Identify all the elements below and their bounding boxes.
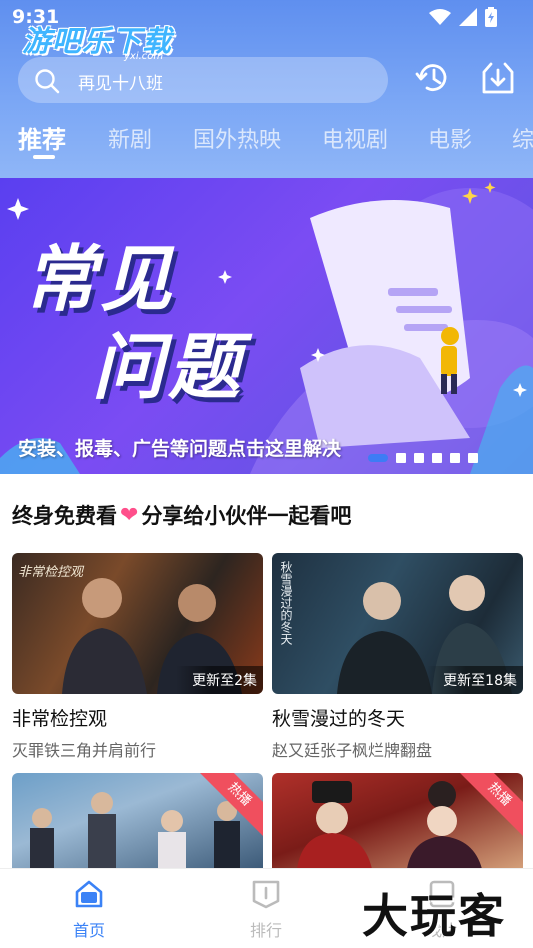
tab-variety[interactable]: 综 (512, 122, 533, 154)
tab-tv-series[interactable]: 电视剧 (322, 122, 388, 154)
banner-title-line2: 问题 (92, 325, 245, 409)
tab-foreign-hits[interactable]: 国外热映 (193, 122, 281, 154)
carousel-dot[interactable] (450, 453, 460, 463)
carousel-dot-active[interactable] (368, 454, 388, 462)
search-bar[interactable]: 再见十八班 (18, 57, 388, 103)
nav-home[interactable]: 首页 (49, 879, 129, 941)
poster-title-text: 秋雪漫过的冬天 (279, 561, 293, 645)
download-button[interactable] (478, 58, 518, 98)
video-subtitle: 赵又廷张子枫烂牌翻盘 (272, 741, 433, 760)
carousel-dot[interactable] (468, 453, 478, 463)
corner-watermark: 大玩客 (362, 889, 506, 943)
download-icon (482, 62, 514, 94)
nav-rank-label: 排行 (249, 921, 282, 940)
video-card[interactable]: 热播 (12, 773, 263, 869)
status-icons (429, 7, 497, 27)
search-input[interactable]: 再见十八班 (78, 69, 163, 94)
video-subtitle: 灭罪铁三角并肩前行 (12, 741, 157, 760)
video-poster[interactable]: 热播 (272, 773, 523, 869)
ranking-icon (252, 880, 280, 909)
tab-movies[interactable]: 电影 (428, 122, 472, 154)
nav-rank[interactable]: 排行 (226, 879, 306, 941)
video-card[interactable]: 非常检控观 更新至2集 非常检控观 灭罪铁三角并肩前行 (12, 553, 263, 761)
history-button[interactable] (413, 58, 453, 98)
battery-icon (485, 7, 497, 27)
wifi-icon (429, 9, 451, 25)
video-poster[interactable]: 非常检控观 更新至2集 (12, 553, 263, 694)
carousel-dot[interactable] (396, 453, 406, 463)
section-title-right: 分享给小伙伴一起看吧 (141, 504, 352, 528)
video-poster[interactable]: 热播 (12, 773, 263, 869)
heart-icon: ❤ (120, 502, 139, 528)
video-card[interactable]: 秋雪漫过的冬天 更新至18集 秋雪漫过的冬天 赵又廷张子枫烂牌翻盘 (272, 553, 523, 761)
banner-caption: 安装、报毒、广告等问题点击这里解决 (18, 438, 342, 460)
section-title: 终身免费看 ❤ 分享给小伙伴一起看吧 (12, 500, 351, 530)
carousel-dot[interactable] (432, 453, 442, 463)
search-icon (35, 69, 60, 94)
episode-badge: 更新至18集 (427, 666, 523, 694)
banner-carousel[interactable]: 常见 问题 安装、报毒、广告等问题点击这里解决 (0, 178, 533, 474)
history-icon (415, 64, 447, 91)
category-tabs: 推荐 新剧 国外热映 电视剧 电影 综 (0, 118, 533, 168)
section-title-left: 终身免费看 (12, 504, 117, 528)
tab-new-drama[interactable]: 新剧 (108, 122, 152, 154)
video-card[interactable]: 热播 (272, 773, 523, 869)
video-poster[interactable]: 秋雪漫过的冬天 更新至18集 (272, 553, 523, 694)
home-icon (75, 880, 103, 908)
poster-title-text: 非常检控观 (18, 565, 84, 580)
video-title[interactable]: 非常检控观 (12, 704, 263, 731)
active-tab-indicator (33, 155, 55, 159)
episode-badge: 更新至2集 (176, 666, 263, 694)
carousel-dot[interactable] (414, 453, 424, 463)
video-title[interactable]: 秋雪漫过的冬天 (272, 704, 523, 731)
nav-home-label: 首页 (72, 921, 105, 940)
signal-icon (459, 8, 477, 26)
carousel-dots (368, 453, 478, 463)
app-header: 9:31 游吧乐下载 yxi.com 再见十八班 推荐 新剧 国外热映 电视剧 … (0, 0, 533, 178)
tab-recommend[interactable]: 推荐 (18, 120, 66, 155)
